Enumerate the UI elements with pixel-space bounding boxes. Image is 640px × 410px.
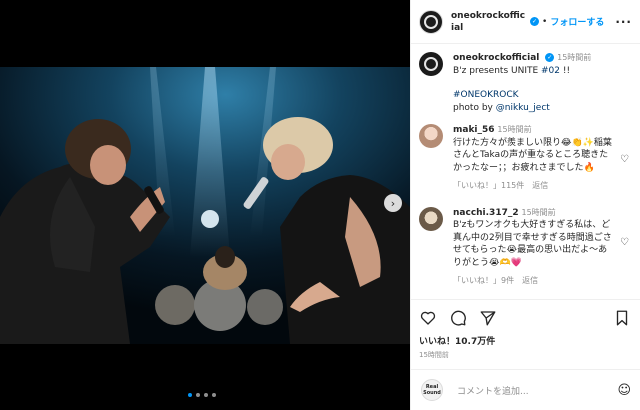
- smiley-icon[interactable]: ☺: [617, 383, 631, 398]
- carousel-indicator: [188, 393, 216, 397]
- comment-likes[interactable]: 「いいね！」115件: [453, 181, 524, 190]
- instagram-post-modal: › oneokrockofficial ✓ • フォローする ··· oneok…: [0, 0, 640, 410]
- comment-username[interactable]: nacchi.317_2: [453, 208, 519, 218]
- avatar: Real Sound: [421, 379, 443, 401]
- caption-username[interactable]: oneokrockofficial: [453, 53, 539, 63]
- post-header: oneokrockofficial ✓ • フォローする ···: [411, 0, 640, 44]
- photo-credit-link[interactable]: @nikku_ject: [496, 103, 550, 113]
- verified-badge-icon: ✓: [545, 53, 555, 62]
- carousel-next-button[interactable]: ›: [384, 194, 402, 212]
- carousel-dot: [188, 393, 192, 397]
- comment-input[interactable]: コメントを追加...: [457, 384, 529, 397]
- carousel-dot: [204, 393, 208, 397]
- comment-body: nacchi.317_2 15時間前 B'zもワンオクも大好きすぎる私は、ど真ん…: [453, 207, 631, 288]
- avatar-ring: [424, 57, 438, 71]
- avatar[interactable]: [419, 124, 443, 148]
- photo-credit-line: photo by @nikku_ject: [453, 102, 615, 115]
- hashtag-link[interactable]: #ONEOKROCK: [453, 89, 615, 102]
- comments-list: oneokrockofficial ✓ 15時間前 B'z presents U…: [411, 44, 640, 299]
- comment-meta: 「いいね！」9件 返信: [453, 275, 615, 288]
- avatar[interactable]: [419, 52, 443, 76]
- more-horizontal-icon[interactable]: ···: [615, 15, 632, 29]
- header-separator: •: [542, 16, 548, 27]
- caption-body: oneokrockofficial ✓ 15時間前 B'z presents U…: [453, 52, 631, 114]
- comment-composer: Real Sound コメントを追加... ☺: [411, 369, 640, 410]
- heart-icon[interactable]: [419, 309, 437, 327]
- heart-icon[interactable]: ♡: [620, 154, 629, 165]
- reply-button[interactable]: 返信: [522, 276, 538, 285]
- concert-photo: [0, 67, 410, 344]
- carousel-dot: [212, 393, 216, 397]
- comment-text: 行けた方々が羨ましい限り😂👏✨稲葉さんとTakaの声が重なるところ聴きたかったな…: [453, 137, 612, 173]
- hashtag-link[interactable]: #02: [541, 66, 560, 76]
- action-icons: [419, 308, 631, 328]
- comment-row: maki_56 15時間前 行けた方々が羨ましい限り😂👏✨稲葉さんとTakaの声…: [419, 124, 631, 193]
- heart-icon[interactable]: ♡: [620, 237, 629, 248]
- comment-time: 15時間前: [497, 125, 532, 134]
- caption-time: 15時間前: [557, 53, 592, 62]
- caption-line1-prefix: B'z presents UNITE: [453, 65, 542, 76]
- caption-line1-suffix: !!: [560, 65, 571, 76]
- share-icon[interactable]: [479, 309, 497, 327]
- avatar[interactable]: [419, 206, 443, 231]
- comment-row: nacchi.317_2 15時間前 B'zもワンオクも大好きすぎる私は、ど真ん…: [419, 206, 631, 288]
- comment-meta: 「いいね！」115件 返信: [453, 180, 615, 193]
- likes-count[interactable]: いいね！10.7万件: [419, 334, 631, 347]
- concert-photo-image: [0, 67, 410, 344]
- header-username[interactable]: oneokrockofficial: [451, 10, 527, 34]
- post-media: ›: [0, 0, 410, 410]
- verified-badge-icon: ✓: [530, 17, 539, 26]
- logo-text-bottom: Sound: [423, 390, 441, 396]
- post-actions: いいね！10.7万件 15時間前: [411, 299, 640, 369]
- avatar-ring: [424, 14, 438, 29]
- comment-icon[interactable]: [449, 309, 467, 327]
- comment-body: maki_56 15時間前 行けた方々が羨ましい限り😂👏✨稲葉さんとTakaの声…: [453, 124, 631, 193]
- comment-likes[interactable]: 「いいね！」9件: [453, 276, 514, 285]
- follow-button[interactable]: フォローする: [550, 15, 604, 28]
- post-side-panel: oneokrockofficial ✓ • フォローする ··· oneokro…: [410, 0, 640, 410]
- photo-credit-prefix: photo by: [453, 102, 496, 113]
- caption-line1: B'z presents UNITE #02 !!: [453, 65, 615, 78]
- carousel-dot: [196, 393, 200, 397]
- caption-row: oneokrockofficial ✓ 15時間前 B'z presents U…: [419, 52, 631, 114]
- bookmark-icon[interactable]: [613, 309, 631, 327]
- comment-text: B'zもワンオクも大好きすぎる私は、ど真ん中の2列目で幸せすぎる時間過ごさせても…: [453, 220, 612, 268]
- avatar[interactable]: [419, 9, 443, 34]
- post-time: 15時間前: [419, 351, 449, 359]
- reply-button[interactable]: 返信: [532, 181, 548, 190]
- comment-time: 15時間前: [521, 207, 556, 217]
- comment-username[interactable]: maki_56: [453, 125, 495, 135]
- chevron-right-icon: ›: [390, 196, 396, 210]
